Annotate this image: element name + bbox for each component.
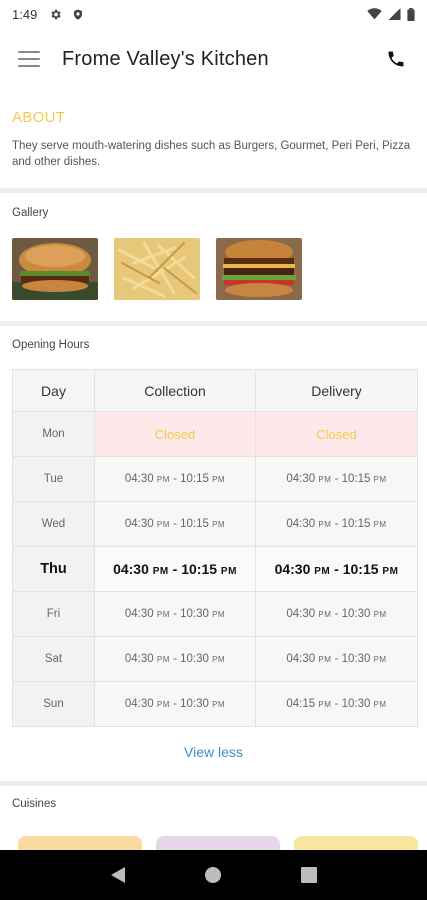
page-title: Frome Valley's Kitchen bbox=[62, 47, 269, 70]
gallery-label: Gallery bbox=[12, 207, 49, 219]
collection-cell: 04:30 PM - 10:30 PM bbox=[94, 591, 256, 637]
day-cell: Sun bbox=[12, 681, 95, 727]
back-icon[interactable] bbox=[106, 863, 130, 887]
delivery-cell: 04:30 PM - 10:15 PM bbox=[255, 456, 418, 502]
divider bbox=[0, 321, 427, 326]
divider bbox=[0, 781, 427, 786]
opening-hours-table: Day Collection Delivery Mon Closed Close… bbox=[12, 369, 418, 727]
delivery-cell: 04:30 PM - 10:30 PM bbox=[255, 636, 418, 682]
fries-photo[interactable] bbox=[114, 238, 200, 300]
about-heading: ABOUT bbox=[12, 109, 66, 126]
table-row-today: Thu 04:30 PM - 10:15 PM 04:30 PM - 10:15… bbox=[12, 546, 418, 592]
day-cell: Sat bbox=[12, 636, 95, 682]
app-bar: Frome Valley's Kitchen bbox=[0, 28, 427, 90]
delivery-cell: Closed bbox=[255, 411, 418, 457]
delivery-cell: 04:30 PM - 10:15 PM bbox=[255, 546, 418, 592]
battery-icon bbox=[407, 7, 415, 21]
collection-cell: 04:30 PM - 10:30 PM bbox=[94, 636, 256, 682]
opening-hours-label: Opening Hours bbox=[12, 339, 90, 351]
day-cell: Tue bbox=[12, 456, 95, 502]
table-row: Mon Closed Closed bbox=[12, 411, 418, 457]
delivery-cell: 04:15 PM - 10:30 PM bbox=[255, 681, 418, 727]
collection-cell: Closed bbox=[94, 411, 256, 457]
table-row: Fri 04:30 PM - 10:30 PM 04:30 PM - 10:30… bbox=[12, 591, 418, 637]
shield-icon bbox=[74, 9, 83, 19]
double-burger-photo[interactable] bbox=[216, 238, 302, 300]
table-row: Sun 04:30 PM - 10:30 PM 04:15 PM - 10:30… bbox=[12, 681, 418, 727]
about-text: They serve mouth-watering dishes such as… bbox=[12, 140, 411, 168]
cuisines-label: Cuisines bbox=[12, 798, 57, 810]
home-icon[interactable] bbox=[201, 863, 225, 887]
wifi-icon bbox=[367, 8, 382, 20]
delivery-cell: 04:30 PM - 10:15 PM bbox=[255, 501, 418, 547]
day-cell: Thu bbox=[12, 546, 95, 592]
table-row: Sat 04:30 PM - 10:30 PM 04:30 PM - 10:30… bbox=[12, 636, 418, 682]
table-header-row: Day Collection Delivery bbox=[12, 369, 418, 412]
collection-cell: 04:30 PM - 10:15 PM bbox=[94, 501, 256, 547]
collection-cell: 04:30 PM - 10:15 PM bbox=[94, 456, 256, 502]
phone-icon[interactable] bbox=[383, 46, 409, 72]
hamburger-icon[interactable] bbox=[18, 51, 40, 67]
table-row: Wed 04:30 PM - 10:15 PM 04:30 PM - 10:15… bbox=[12, 501, 418, 547]
recents-icon[interactable] bbox=[297, 863, 321, 887]
delivery-cell: 04:30 PM - 10:30 PM bbox=[255, 591, 418, 637]
status-bar: 1:49 bbox=[0, 0, 427, 28]
header-collection: Collection bbox=[94, 369, 256, 412]
gear-icon bbox=[51, 9, 62, 19]
header-day: Day bbox=[12, 369, 95, 412]
table-row: Tue 04:30 PM - 10:15 PM 04:30 PM - 10:15… bbox=[12, 456, 418, 502]
about-section: ABOUT They serve mouth-watering dishes s… bbox=[0, 104, 427, 170]
signal-icon bbox=[388, 8, 401, 20]
gallery bbox=[12, 238, 302, 300]
collection-cell: 04:30 PM - 10:30 PM bbox=[94, 681, 256, 727]
collection-cell: 04:30 PM - 10:15 PM bbox=[94, 546, 256, 592]
header-delivery: Delivery bbox=[255, 369, 418, 412]
burger-photo[interactable] bbox=[12, 238, 98, 300]
day-cell: Fri bbox=[12, 591, 95, 637]
day-cell: Mon bbox=[12, 411, 95, 457]
view-less-link[interactable]: View less bbox=[0, 744, 427, 760]
system-nav-bar bbox=[0, 850, 427, 900]
divider bbox=[0, 188, 427, 193]
day-cell: Wed bbox=[12, 501, 95, 547]
status-time: 1:49 bbox=[12, 6, 38, 22]
